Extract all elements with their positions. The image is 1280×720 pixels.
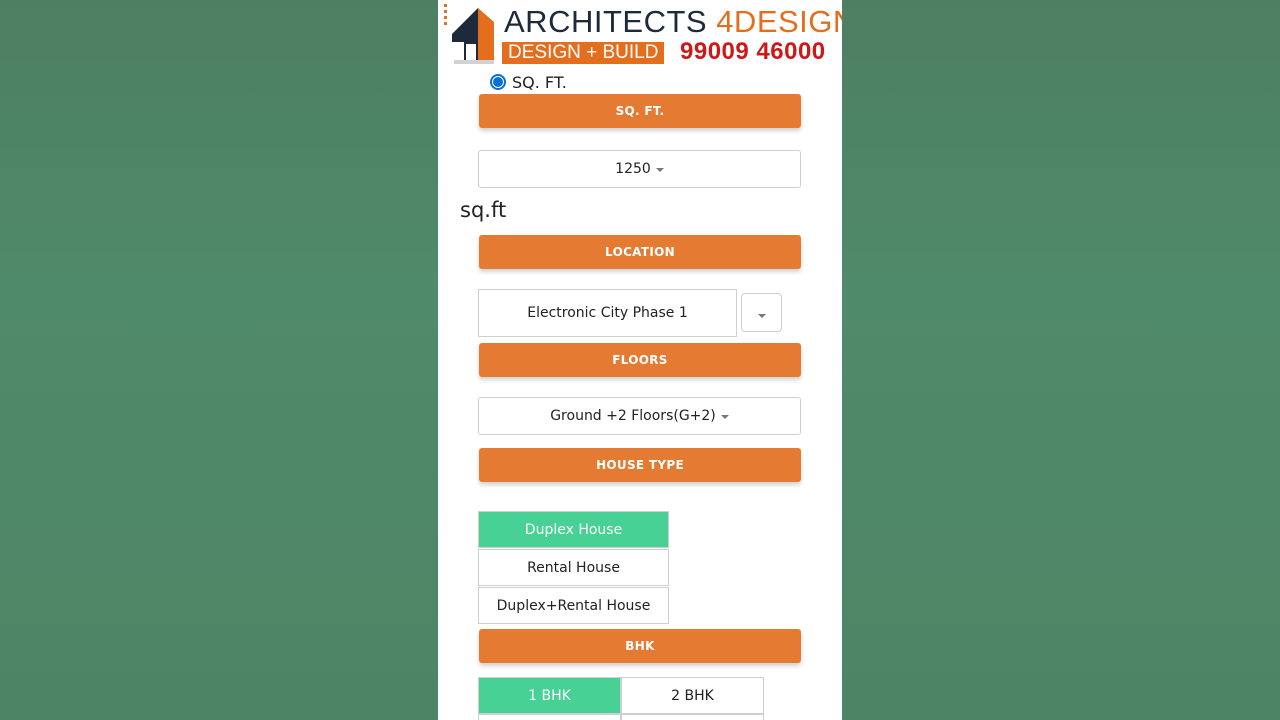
decorative-dots	[444, 4, 447, 26]
brand-title: ARCHITECTS 4DESIGN	[504, 4, 842, 40]
radio-dot	[493, 77, 503, 87]
sqft-select[interactable]: 1250	[478, 150, 801, 188]
house-type-duplex-rental[interactable]: Duplex+Rental House	[478, 587, 669, 624]
unit-radio-sqft[interactable]: SQ. FT.	[490, 71, 567, 93]
floors-select[interactable]: Ground +2 Floors(G+2)	[478, 397, 801, 435]
floors-section-header: FLOORS	[479, 343, 801, 377]
background-left	[0, 0, 438, 720]
location-select[interactable]: Electronic City Phase 1	[478, 289, 737, 337]
brand-subtitle: DESIGN + BUILD	[502, 42, 665, 64]
location-value: Electronic City Phase 1	[527, 305, 688, 321]
radio-button[interactable]	[490, 74, 506, 90]
chevron-down-icon	[720, 415, 729, 419]
brand-title-accent: 4DESIGN	[716, 4, 842, 39]
sqft-select-value: 1250	[615, 161, 651, 177]
house-logo-icon	[452, 8, 494, 64]
bhk-option-4[interactable]	[621, 714, 764, 720]
house-type-duplex[interactable]: Duplex House	[478, 511, 669, 548]
bhk-option-3[interactable]	[478, 714, 621, 720]
mobile-form-screen: ARCHITECTS 4DESIGN DESIGN + BUILD 99009 …	[438, 0, 842, 720]
house-type-section-header: HOUSE TYPE	[479, 448, 801, 482]
background-right	[842, 0, 1280, 720]
location-dropdown-button[interactable]	[741, 293, 782, 332]
bhk-option-1[interactable]: 1 BHK	[478, 677, 621, 714]
brand-phone: 99009 46000	[680, 38, 826, 65]
chevron-down-icon	[757, 313, 766, 318]
bhk-section-header: BHK	[479, 629, 801, 663]
chevron-down-icon	[655, 168, 664, 172]
floors-select-value: Ground +2 Floors(G+2)	[550, 408, 716, 424]
brand-header: ARCHITECTS 4DESIGN DESIGN + BUILD 99009 …	[444, 2, 842, 68]
house-type-rental[interactable]: Rental House	[478, 549, 669, 586]
sqft-unit-label: sq.ft	[460, 198, 507, 222]
radio-label: SQ. FT.	[512, 72, 567, 92]
sqft-section-header: SQ. FT.	[479, 94, 801, 128]
location-section-header: LOCATION	[479, 235, 801, 269]
bhk-option-2[interactable]: 2 BHK	[621, 677, 764, 714]
